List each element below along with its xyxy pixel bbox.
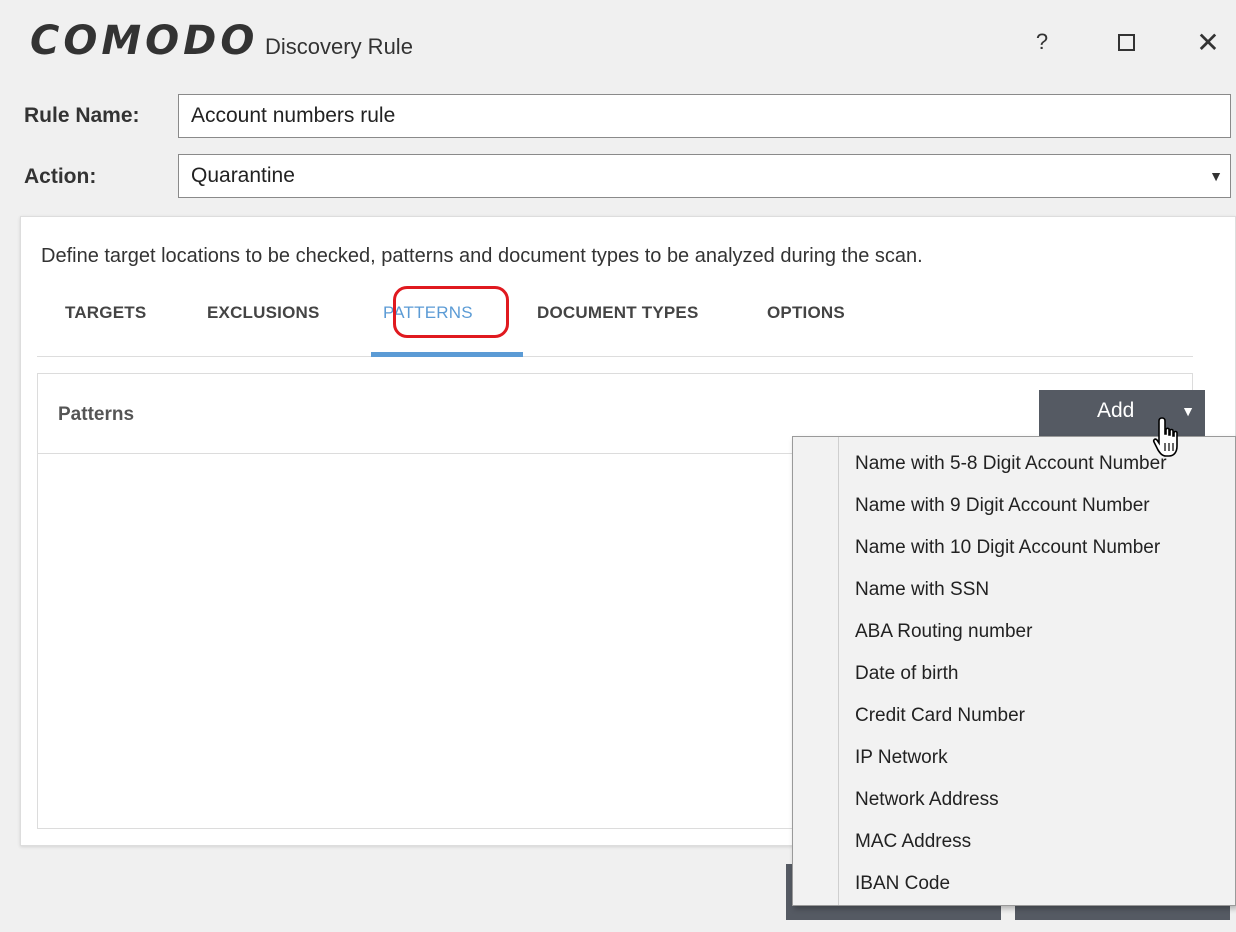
comodo-logo: COMODO (30, 18, 259, 64)
active-tab-indicator (371, 352, 523, 357)
tab-options[interactable]: OPTIONS (767, 303, 845, 323)
card-description: Define target locations to be checked, p… (41, 245, 923, 267)
action-select[interactable]: Quarantine ▼ (178, 154, 1231, 198)
window-title: Discovery Rule (265, 34, 413, 59)
action-selected-value: Quarantine (191, 164, 295, 187)
discovery-rule-dialog: COMODO Discovery Rule ? ✕ Rule Name: Acc… (0, 0, 1236, 932)
maximize-button[interactable] (1106, 24, 1146, 60)
tab-bar: TARGETS EXCLUSIONS PATTERNS DOCUMENT TYP… (37, 286, 1193, 357)
add-pattern-menu: Name with 5-8 Digit Account Number Name … (792, 436, 1236, 906)
patterns-panel-title: Patterns (58, 404, 135, 425)
tab-document-types[interactable]: DOCUMENT TYPES (537, 303, 698, 323)
menu-item[interactable]: ABA Routing number (855, 621, 1032, 643)
add-button-label: Add (1097, 399, 1135, 422)
menu-item[interactable]: Date of birth (855, 663, 959, 685)
menu-item[interactable]: Name with SSN (855, 579, 989, 601)
chevron-down-icon[interactable]: ▼ (1202, 155, 1230, 197)
menu-item[interactable]: Name with 10 Digit Account Number (855, 537, 1160, 559)
tab-exclusions[interactable]: EXCLUSIONS (207, 303, 320, 323)
hand-cursor-icon (1152, 417, 1178, 457)
close-button[interactable]: ✕ (1188, 24, 1228, 60)
help-button[interactable]: ? (1022, 24, 1062, 60)
menu-item[interactable]: Credit Card Number (855, 705, 1025, 727)
menu-item[interactable]: Network Address (855, 789, 999, 811)
action-label: Action: (24, 165, 97, 188)
menu-item[interactable]: Name with 9 Digit Account Number (855, 495, 1150, 517)
maximize-icon (1117, 33, 1135, 51)
menu-item[interactable]: IP Network (855, 747, 948, 769)
title-bar: COMODO Discovery Rule ? ✕ (0, 0, 1236, 88)
menu-item[interactable]: IBAN Code (855, 873, 950, 895)
tab-targets[interactable]: TARGETS (65, 303, 146, 323)
rule-name-label: Rule Name: (24, 104, 140, 127)
menu-gutter (838, 437, 839, 905)
highlight-circle (393, 286, 509, 338)
rule-name-input[interactable]: Account numbers rule (178, 94, 1231, 138)
menu-item[interactable]: Name with 5-8 Digit Account Number (855, 453, 1167, 475)
menu-item[interactable]: MAC Address (855, 831, 971, 853)
